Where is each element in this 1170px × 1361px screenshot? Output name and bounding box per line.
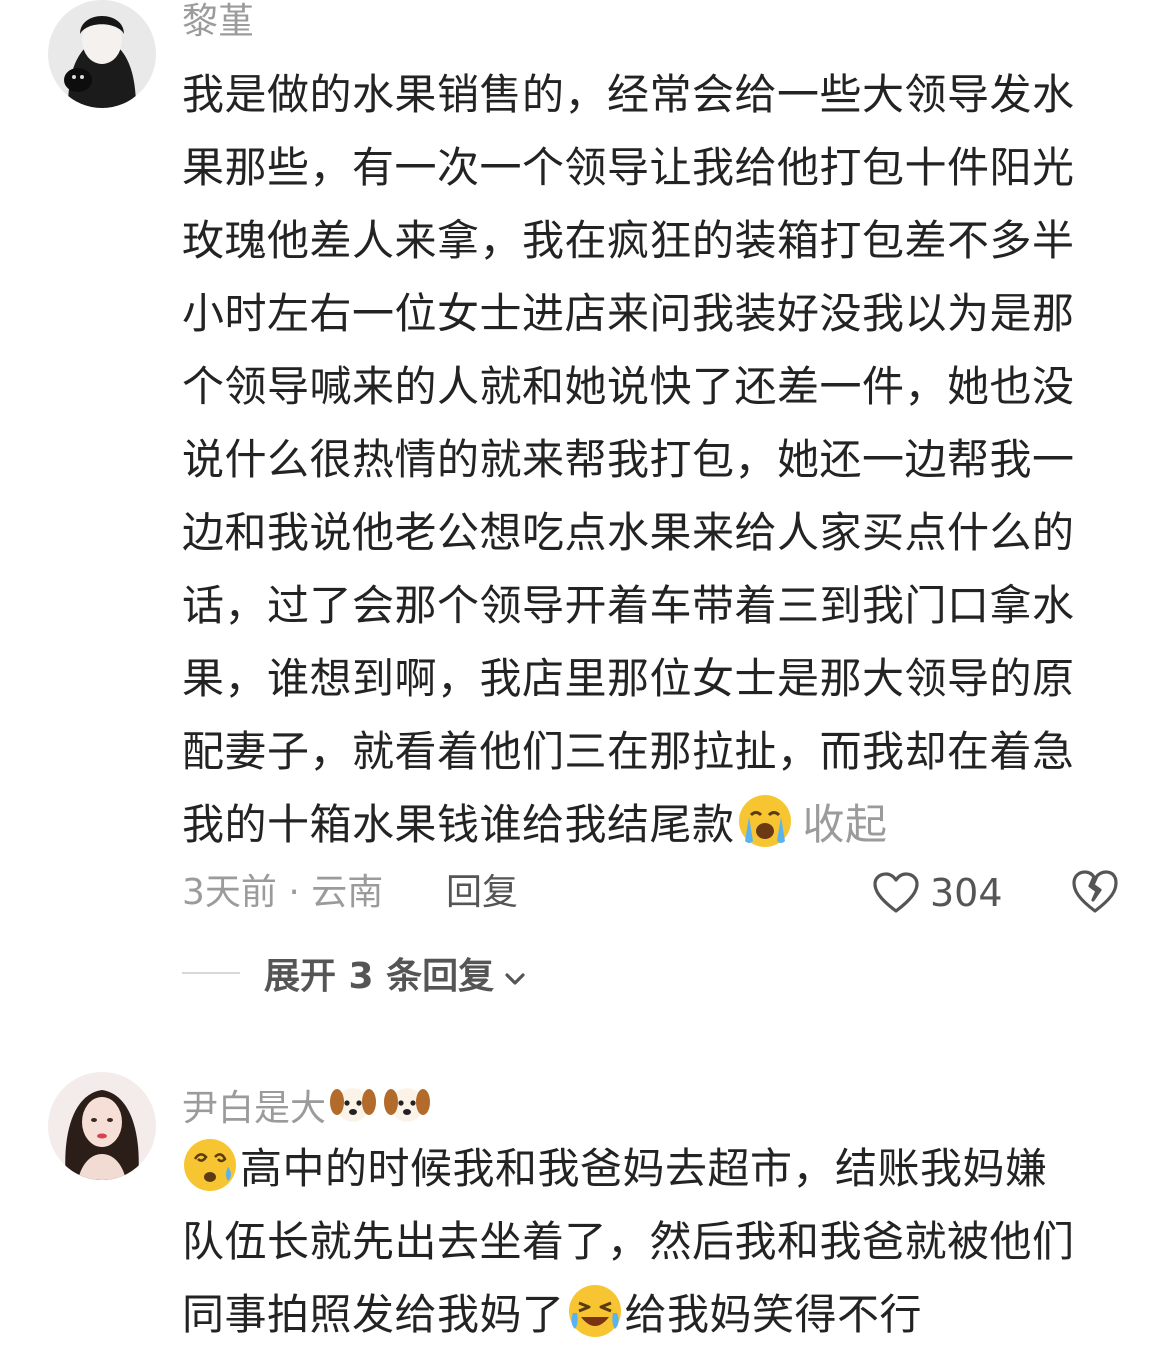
username-text: 尹白是大 bbox=[182, 1088, 327, 1129]
comment-line-text: 同事拍照发给我妈了 bbox=[182, 1290, 565, 1339]
reply-button[interactable]: 回复 bbox=[446, 868, 518, 918]
comment-line-text: 给我妈笑得不行 bbox=[624, 1290, 923, 1339]
comment-line-text: 高中的时候我和我爸妈去超市，结账我妈嫌 bbox=[240, 1144, 1048, 1193]
divider bbox=[182, 972, 240, 974]
comment-line: 果那些，有一次一个领导让我给他打包十件阳光 bbox=[182, 143, 1075, 192]
laughing-crying-emoji-icon bbox=[567, 1283, 623, 1339]
comment-line-text: 我的十箱水果钱谁给我结尾款 bbox=[182, 800, 735, 849]
heart-icon bbox=[872, 871, 920, 915]
chevron-down-icon bbox=[502, 960, 528, 986]
comment-line: 玫瑰他差人来拿，我在疯狂的装箱打包差不多半 bbox=[182, 216, 1075, 265]
like-count: 304 bbox=[930, 871, 1003, 915]
comment-line: 队伍长就先出去坐着了，然后我和我爸就被他们 bbox=[182, 1217, 1075, 1266]
dog-face-emoji-icon bbox=[382, 1078, 432, 1128]
broken-heart-icon[interactable] bbox=[1070, 868, 1120, 918]
username[interactable]: 尹白是大 bbox=[182, 1078, 434, 1131]
dizzy-face-emoji-icon bbox=[182, 1137, 238, 1193]
expand-replies: 展开 3 条回复 bbox=[182, 948, 528, 998]
dog-face-emoji-icon bbox=[328, 1078, 378, 1128]
comment-line: 我是做的水果销售的，经常会给一些大领导发水 bbox=[182, 70, 1075, 119]
comment-line: 我的十箱水果钱谁给我结尾款 收起 bbox=[182, 788, 1117, 861]
comment-text: 高中的时候我和我爸妈去超市，结账我妈嫌 队伍长就先出去坐着了，然后我和我爸就被他… bbox=[182, 1132, 1117, 1351]
avatar[interactable] bbox=[48, 0, 156, 108]
username[interactable]: 黎堇 bbox=[182, 0, 254, 44]
comment-line: 话，过了会那个领导开着车带着三到我门口拿水 bbox=[182, 581, 1075, 630]
comment-line: 边和我说他老公想吃点水果来给人家买点什么的 bbox=[182, 508, 1075, 557]
comment-text: 我是做的水果销售的，经常会给一些大领导发水 果那些，有一次一个领导让我给他打包十… bbox=[182, 58, 1117, 861]
expand-replies-button[interactable]: 展开 3 条回复 bbox=[264, 947, 528, 999]
avatar[interactable] bbox=[48, 1072, 156, 1180]
collapse-link[interactable]: 收起 bbox=[803, 800, 888, 849]
comment-line: 说什么很热情的就来帮我打包，她还一边帮我一 bbox=[182, 435, 1075, 484]
comment-item: 黎堇 我是做的水果销售的，经常会给一些大领导发水 果那些，有一次一个领导让我给他… bbox=[0, 0, 1170, 1010]
comment-line: 果，谁想到啊，我店里那位女士是那大领导的原 bbox=[182, 654, 1075, 703]
expand-replies-label: 展开 3 条回复 bbox=[264, 956, 495, 997]
comment-line: 个领导喊来的人就和她说快了还差一件，她也没 bbox=[182, 362, 1075, 411]
comment-meta: 3天前 · 云南 回复 304 bbox=[182, 868, 1132, 918]
comment-line: 同事拍照发给我妈了 给我妈笑得不行 bbox=[182, 1278, 1117, 1351]
comment-line: 高中的时候我和我爸妈去超市，结账我妈嫌 bbox=[182, 1132, 1117, 1205]
comment-item: 尹白是大 高中的时候我和我爸妈去超市，结账我妈嫌 队伍长就先出去坐着了，然后我和… bbox=[0, 1070, 1170, 1355]
comment-line: 配妻子，就看着他们三在那拉扯，而我却在着急 bbox=[182, 727, 1075, 776]
like-button[interactable]: 304 bbox=[872, 868, 1003, 918]
time-location: 3天前 · 云南 bbox=[182, 872, 384, 913]
crying-face-emoji-icon bbox=[737, 793, 793, 849]
comment-line: 小时左右一位女士进店来问我装好没我以为是那 bbox=[182, 289, 1075, 338]
